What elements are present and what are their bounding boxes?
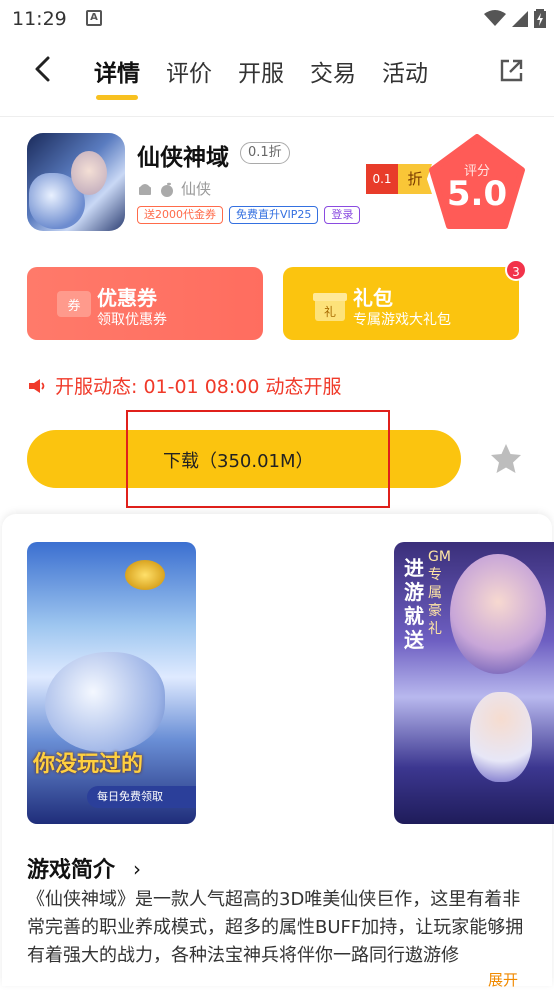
expand-link[interactable]: 展开 xyxy=(488,969,518,990)
wifi-icon xyxy=(484,10,506,26)
game-title: 仙侠神域 xyxy=(137,145,229,171)
tag-item: 免费直升VIP25 xyxy=(229,206,319,224)
game-icon xyxy=(27,133,125,231)
status-right xyxy=(484,8,546,28)
tab-trade[interactable]: 交易 xyxy=(310,54,356,88)
svg-text:礼: 礼 xyxy=(324,304,336,319)
highlight-box xyxy=(126,410,390,508)
status-time: 11:29 xyxy=(12,8,67,30)
coupon-subtitle: 领取优惠券 xyxy=(97,312,167,328)
android-icon xyxy=(139,183,151,195)
signal-icon xyxy=(512,11,528,27)
megaphone-icon xyxy=(29,378,45,393)
gift-title: 礼包 xyxy=(353,286,393,310)
chevron-right-icon[interactable]: › xyxy=(133,857,141,881)
status-bar: 11:29 A xyxy=(0,0,554,36)
screenshot-vertical-text: 进游就送 xyxy=(404,556,424,652)
notification-a-icon: A xyxy=(86,10,102,26)
battery-icon xyxy=(534,9,546,28)
back-arrow-icon[interactable] xyxy=(28,54,58,84)
gift-card[interactable]: 礼 礼包 专属游戏大礼包 3 xyxy=(283,259,527,340)
platform-row: 仙侠 xyxy=(137,178,211,199)
share-icon[interactable] xyxy=(498,58,524,84)
score-badge: 评分 5.0 xyxy=(428,134,526,232)
header-divider xyxy=(0,116,554,117)
discount-pill: 0.1折 xyxy=(240,142,290,164)
gift-count-badge: 3 xyxy=(505,259,527,281)
screenshot-overlay-text: 你没玩过的 xyxy=(33,752,144,777)
screenshot-1[interactable]: 你没玩过的 每日免费领取 xyxy=(27,542,196,824)
tab-events[interactable]: 活动 xyxy=(382,54,428,88)
tab-details[interactable]: 详情 xyxy=(94,54,140,100)
screenshot-bar-text: 每日免费领取 xyxy=(87,786,196,808)
tab-bar: 详情 评价 开服 交易 活动 xyxy=(94,54,454,100)
screenshot-sub-vertical: GM专属豪礼 xyxy=(428,549,451,637)
discount-badge: 0.1 折 xyxy=(366,164,432,194)
intro-text: 《仙侠神域》是一款人气超高的3D唯美仙侠巨作，这里有着非常完善的职业养成模式，超… xyxy=(27,889,524,966)
gift-icon: 礼 xyxy=(313,293,347,321)
screenshot-2[interactable]: 进游就送 GM专属豪礼 xyxy=(394,542,554,824)
gift-subtitle: 专属游戏大礼包 xyxy=(353,312,451,328)
ticket-icon: 券 xyxy=(57,291,91,317)
score-value: 5.0 xyxy=(446,174,508,214)
discount-num: 0.1 xyxy=(366,164,398,194)
coupon-title: 优惠券 xyxy=(97,286,157,310)
favorite-star-icon[interactable] xyxy=(489,442,523,476)
tab-reviews[interactable]: 评价 xyxy=(166,54,212,88)
tag-item: 登录 xyxy=(324,206,361,224)
platform-genre: 仙侠 xyxy=(181,180,212,198)
server-info[interactable]: 开服动态: 01-01 08:00 动态开服 xyxy=(27,372,342,399)
tag-item: 送2000代金券 xyxy=(137,206,223,224)
tag-list: 送2000代金券 免费直升VIP25 登录 xyxy=(137,206,365,224)
discount-unit: 折 xyxy=(398,164,432,194)
server-text: 开服动态: 01-01 08:00 动态开服 xyxy=(55,376,342,398)
coupon-card[interactable]: 券 优惠券 领取优惠券 xyxy=(27,267,263,340)
svg-text:券: 券 xyxy=(67,298,80,314)
top-nav: 详情 评价 开服 交易 活动 xyxy=(0,36,554,106)
apple-icon xyxy=(161,182,173,197)
intro-title[interactable]: 游戏简介 xyxy=(27,852,115,884)
tab-servers[interactable]: 开服 xyxy=(238,54,284,88)
